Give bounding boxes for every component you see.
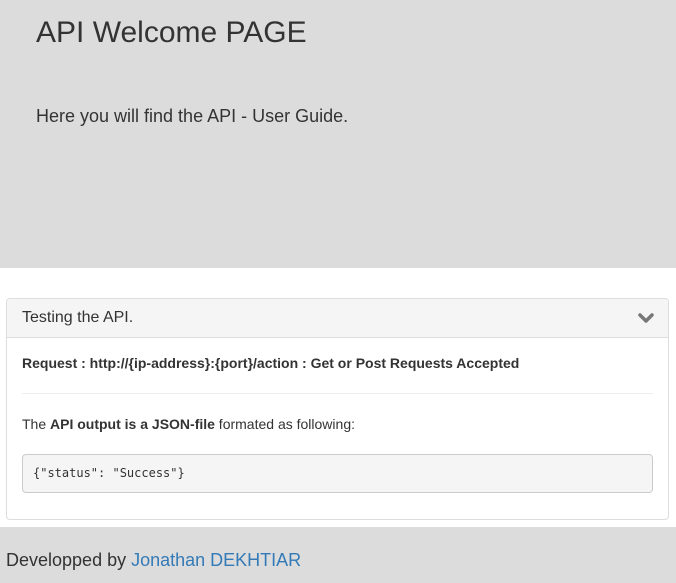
output-prefix: The: [22, 416, 51, 432]
jumbotron: API Welcome PAGE Here you will find the …: [0, 0, 676, 268]
output-description: The API output is a JSON-file formated a…: [22, 416, 355, 432]
footer: Developped by Jonathan DEKHTIAR: [0, 527, 676, 583]
footer-credit: Developped by Jonathan DEKHTIAR: [6, 550, 301, 571]
page-title: API Welcome PAGE: [36, 16, 307, 49]
api-panel: Testing the API. Request : http://{ip-ad…: [6, 298, 669, 520]
panel-heading[interactable]: Testing the API.: [7, 299, 668, 338]
author-link[interactable]: Jonathan DEKHTIAR: [131, 550, 301, 570]
code-sample: {"status": "Success"}: [33, 466, 185, 480]
output-bold: API output is a JSON-file: [50, 416, 215, 432]
code-block: {"status": "Success"}: [22, 454, 653, 493]
request-endpoint: Request : http://{ip-address}:{port}/act…: [22, 355, 520, 371]
footer-prefix: Developped by: [6, 550, 132, 570]
output-suffix: formated as following:: [214, 416, 355, 432]
page-subtitle: Here you will find the API - User Guide.: [36, 106, 349, 126]
chevron-down-icon[interactable]: [637, 311, 655, 325]
divider: [22, 393, 653, 394]
panel-title: Testing the API.: [22, 309, 134, 326]
